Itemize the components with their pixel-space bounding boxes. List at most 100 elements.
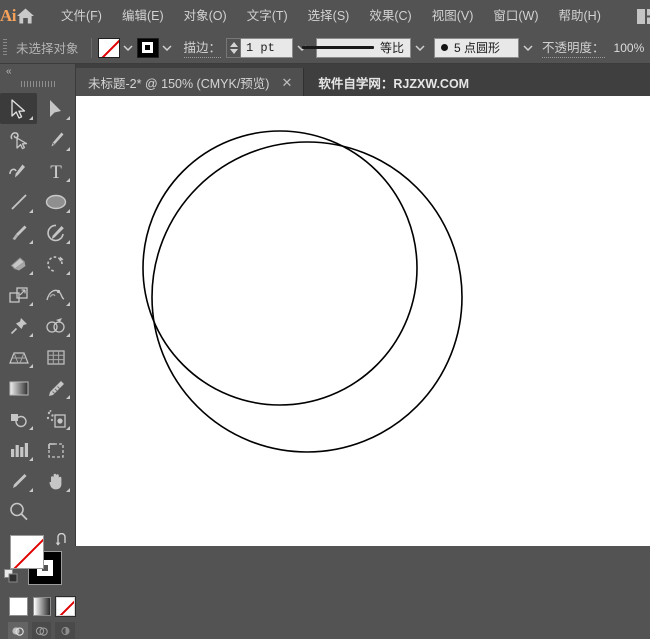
none-mode-button[interactable] bbox=[56, 597, 75, 616]
illustrator-logo-text: Ai bbox=[0, 6, 16, 26]
draw-inside-icon bbox=[59, 625, 72, 637]
eyedropper-ruler-icon bbox=[45, 378, 67, 398]
menu-items: 文件(F) 编辑(E) 对象(O) 文字(T) 选择(S) 效果(C) 视图(V… bbox=[51, 0, 611, 32]
fill-swatch[interactable] bbox=[98, 38, 120, 58]
curvature-icon bbox=[8, 161, 30, 181]
artboard-canvas[interactable] bbox=[76, 96, 650, 546]
color-mode-button[interactable] bbox=[9, 597, 28, 616]
options-bar-grip[interactable] bbox=[0, 32, 10, 64]
workspace-switcher[interactable] bbox=[631, 0, 650, 32]
pushpin-icon bbox=[9, 316, 29, 336]
magic-wand-tool[interactable] bbox=[0, 124, 37, 155]
stroke-swatch[interactable] bbox=[137, 38, 159, 58]
ellipse-tool[interactable] bbox=[37, 186, 74, 217]
outer-circle[interactable] bbox=[152, 142, 462, 452]
menu-select[interactable]: 选择(S) bbox=[298, 0, 360, 32]
magic-wand-icon bbox=[8, 130, 30, 150]
column-graph-tool[interactable] bbox=[0, 434, 37, 465]
symbol-sprayer-tool[interactable] bbox=[37, 403, 74, 434]
draw-behind-button[interactable] bbox=[32, 622, 52, 639]
type-tool[interactable]: T bbox=[37, 155, 74, 186]
menu-type[interactable]: 文字(T) bbox=[237, 0, 298, 32]
panel-grip-icon[interactable] bbox=[0, 78, 75, 90]
menu-view[interactable]: 视图(V) bbox=[422, 0, 484, 32]
document-tab-title: 未标题-2* @ 150% (CMYK/预览) bbox=[88, 73, 269, 92]
width-profile-line-icon bbox=[302, 46, 374, 49]
width-profile-select[interactable]: 等比 bbox=[316, 38, 411, 58]
width-tool[interactable] bbox=[37, 279, 74, 310]
swap-fill-stroke-icon bbox=[55, 533, 70, 547]
stepper-down-icon bbox=[230, 49, 238, 54]
menu-edit[interactable]: 编辑(E) bbox=[112, 0, 174, 32]
perspective-grid-tool[interactable] bbox=[0, 341, 37, 372]
gradient-tool[interactable] bbox=[0, 372, 37, 403]
illustrator-window: Ai 文件(F) 编辑(E) 对象(O) 文字(T) 选择(S) 效果(C) 视… bbox=[0, 0, 650, 546]
fill-stroke-controls bbox=[0, 531, 76, 593]
paintbrush-icon bbox=[9, 223, 29, 243]
white-arrow-cursor-icon bbox=[48, 99, 63, 119]
curvature-tool[interactable] bbox=[0, 155, 37, 186]
inner-circle[interactable] bbox=[143, 131, 417, 405]
stroke-swatch-dropdown-icon[interactable] bbox=[159, 38, 176, 58]
close-icon[interactable]: ✕ bbox=[279, 76, 294, 89]
tools-panel: « bbox=[0, 64, 76, 546]
brush-definition-label: 5 点圆形 bbox=[454, 39, 500, 56]
default-fill-stroke-icon[interactable] bbox=[4, 569, 18, 583]
scale-tool[interactable] bbox=[0, 279, 37, 310]
mesh-tool[interactable] bbox=[37, 341, 74, 372]
menu-window[interactable]: 窗口(W) bbox=[483, 0, 548, 32]
workspace-grid-icon bbox=[637, 9, 650, 24]
tool-list: T bbox=[0, 90, 75, 527]
draw-inside-button[interactable] bbox=[55, 622, 75, 639]
zoom-tool[interactable] bbox=[0, 496, 37, 527]
document-tab-bar: 未标题-2* @ 150% (CMYK/预览) ✕ 软件自学网：RJZXW.CO… bbox=[0, 64, 650, 96]
selection-tool[interactable] bbox=[0, 93, 37, 124]
brush-definition-select[interactable]: 5 点圆形 bbox=[434, 38, 519, 58]
fill-color-swatch[interactable] bbox=[10, 535, 44, 569]
document-tab[interactable]: 未标题-2* @ 150% (CMYK/预览) ✕ bbox=[76, 68, 304, 96]
slice-tool[interactable] bbox=[0, 465, 37, 496]
eyedropper-tool[interactable] bbox=[37, 372, 74, 403]
brush-round-dot-icon bbox=[441, 44, 448, 51]
gradient-mode-button[interactable] bbox=[33, 597, 52, 616]
diagonal-line-icon bbox=[9, 192, 29, 212]
free-transform-tool[interactable] bbox=[0, 310, 37, 341]
eraser-tool[interactable] bbox=[0, 248, 37, 279]
knife-icon bbox=[9, 471, 29, 491]
warp-icon bbox=[44, 285, 68, 305]
pen-nib-icon bbox=[46, 130, 66, 150]
paintbrush-tool[interactable] bbox=[0, 217, 37, 248]
opacity-label[interactable]: 不透明度： bbox=[542, 37, 605, 58]
selection-status-label: 未选择对象 bbox=[10, 38, 85, 57]
home-icon[interactable] bbox=[16, 0, 35, 32]
blend-tool[interactable] bbox=[0, 403, 37, 434]
stepper-up-icon bbox=[230, 42, 238, 47]
line-segment-tool[interactable] bbox=[0, 186, 37, 217]
stroke-weight-label[interactable]: 描边： bbox=[184, 37, 222, 58]
draw-normal-button[interactable] bbox=[8, 622, 28, 639]
pen-tool[interactable] bbox=[37, 124, 74, 155]
shape-builder-tool[interactable] bbox=[37, 310, 74, 341]
menu-object[interactable]: 对象(O) bbox=[174, 0, 237, 32]
width-profile-dropdown-icon[interactable] bbox=[411, 38, 428, 58]
magnifier-icon bbox=[8, 501, 30, 522]
opacity-input[interactable]: 100% bbox=[610, 38, 649, 58]
hand-tool[interactable] bbox=[37, 465, 74, 496]
brush-definition-dropdown-icon[interactable] bbox=[519, 38, 536, 58]
double-chevron-left-icon[interactable]: « bbox=[0, 64, 75, 78]
direct-selection-tool[interactable] bbox=[37, 93, 74, 124]
draw-normal-icon bbox=[11, 625, 24, 637]
shape-builder-icon bbox=[44, 316, 68, 336]
fill-swatch-dropdown-icon[interactable] bbox=[120, 38, 137, 58]
menu-effect[interactable]: 效果(C) bbox=[359, 0, 421, 32]
stroke-weight-input[interactable]: 1 pt bbox=[241, 38, 293, 58]
menu-file[interactable]: 文件(F) bbox=[51, 0, 112, 32]
menu-bar: Ai 文件(F) 编辑(E) 对象(O) 文字(T) 选择(S) 效果(C) 视… bbox=[0, 0, 650, 32]
blend-shapes-icon bbox=[7, 409, 31, 429]
rotate-tool[interactable] bbox=[37, 248, 74, 279]
artboard-tool[interactable] bbox=[37, 434, 74, 465]
shaper-tool[interactable] bbox=[37, 217, 74, 248]
menu-help[interactable]: 帮助(H) bbox=[549, 0, 611, 32]
stroke-weight-stepper[interactable] bbox=[226, 38, 241, 58]
svg-text:T: T bbox=[50, 162, 62, 181]
